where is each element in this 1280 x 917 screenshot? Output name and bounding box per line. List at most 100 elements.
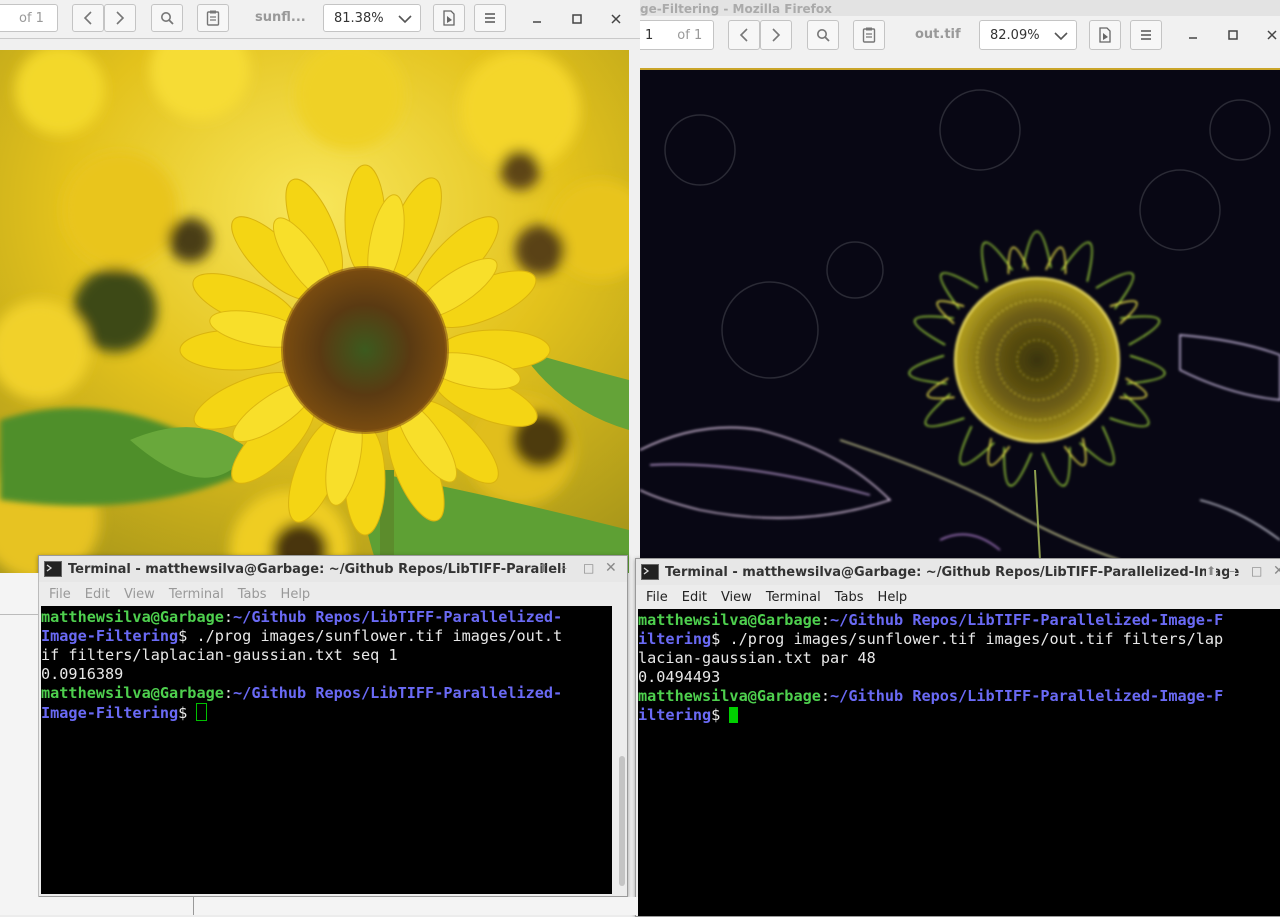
background-pane-bottom (38, 897, 638, 915)
background-pane (0, 573, 39, 915)
menu-tabs[interactable]: Tabs (238, 587, 267, 602)
right-terminal-window: Terminal - matthewsilva@Garbage: ~/Githu… (635, 558, 1280, 917)
command-text: if filters/laplacian-gaussian.txt seq 1 (41, 646, 398, 664)
close-button[interactable] (1262, 25, 1280, 45)
maximize-button[interactable]: □ (1251, 564, 1263, 578)
close-button[interactable]: ✕ (605, 560, 617, 576)
terminal-cursor (196, 703, 208, 721)
chevron-down-icon (398, 15, 412, 24)
terminal-line: matthewsilva@Garbage:~/Github Repos/LibT… (638, 611, 1280, 630)
terminal-output[interactable]: matthewsilva@Garbage:~/Github Repos/LibT… (41, 606, 612, 894)
prompt-path: iltering (638, 630, 712, 648)
chevron-down-icon (1054, 32, 1068, 41)
terminal-output[interactable]: matthewsilva@Garbage:~/Github Repos/LibT… (638, 609, 1280, 916)
menu-edit[interactable]: Edit (682, 590, 707, 605)
close-button[interactable]: ✕ (1273, 563, 1280, 579)
prompt-sep: : (223, 684, 234, 702)
minimize-icon (1189, 37, 1197, 39)
command-text: $ ./prog images/sunflower.tif images/out… (178, 627, 563, 645)
command-text: $ ./prog images/sunflower.tif images/out… (711, 630, 1224, 648)
menu-tabs[interactable]: Tabs (835, 590, 864, 605)
roll-up-button[interactable]: ⬆ (538, 561, 548, 575)
prompt-sep: : (820, 611, 831, 629)
menu-file[interactable]: File (646, 590, 668, 605)
minimize-button[interactable]: – (1229, 564, 1235, 578)
left-terminal-window: Terminal - matthewsilva@Garbage: ~/Githu… (38, 555, 628, 897)
page-number-field[interactable]: 1 of 1 (640, 20, 714, 50)
document-title: sunfl... (255, 10, 306, 25)
search-button[interactable] (151, 4, 183, 32)
prompt-symbol: $ (178, 704, 197, 722)
terminal-title: Terminal - matthewsilva@Garbage: ~/Githu… (68, 561, 566, 577)
filtered-sunflower-image (640, 70, 1280, 560)
terminal-title: Terminal - matthewsilva@Garbage: ~/Githu… (665, 564, 1240, 580)
minimize-button[interactable] (1183, 25, 1203, 45)
menu-view[interactable]: View (721, 590, 752, 605)
terminal-line: if filters/laplacian-gaussian.txt seq 1 (41, 646, 612, 665)
presentation-button[interactable] (433, 4, 465, 32)
presentation-icon (443, 10, 455, 26)
terminal-menubar: File Edit View Terminal Tabs Help (39, 583, 627, 605)
sidebar-toggle-icon (206, 10, 220, 26)
search-icon (161, 12, 174, 25)
terminal-line: lacian-gaussian.txt par 48 (638, 649, 1280, 668)
zoom-select[interactable]: 81.38% (323, 4, 421, 32)
roll-up-button[interactable]: ⬆ (1206, 564, 1217, 578)
sidebar-toggle-button[interactable] (853, 20, 885, 50)
presentation-button[interactable] (1089, 20, 1121, 50)
maximize-button[interactable] (1223, 25, 1243, 45)
menu-file[interactable]: File (49, 587, 71, 602)
sidebar-toggle-icon (862, 27, 876, 43)
document-title: out.tif (915, 27, 961, 42)
prompt-symbol: $ (711, 706, 730, 724)
menu-terminal[interactable]: Terminal (169, 587, 224, 602)
menu-terminal[interactable]: Terminal (766, 590, 821, 605)
close-button[interactable] (606, 9, 626, 29)
page-of-field[interactable]: of 1 (0, 4, 58, 32)
zoom-select[interactable]: 82.09% (979, 20, 1077, 50)
search-icon (817, 29, 830, 42)
prompt-sep: : (223, 608, 234, 626)
background-pane-divider (0, 614, 38, 615)
menu-help[interactable]: Help (878, 590, 908, 605)
chevron-left-icon (83, 11, 92, 25)
terminal-line: 0.0916389 (41, 665, 612, 684)
next-page-button[interactable] (760, 20, 792, 50)
sunflower-image (0, 50, 629, 573)
prompt-path: iltering (638, 706, 712, 724)
previous-page-button[interactable] (72, 4, 104, 32)
prompt-path: ~/Github Repos/LibTIFF-Parallelized- (233, 608, 563, 626)
maximize-icon (572, 14, 582, 24)
window-titlebar: ge-Filtering - Mozilla Firefox (640, 0, 1280, 16)
page-of-label: of 1 (19, 10, 44, 26)
menu-help[interactable]: Help (281, 587, 311, 602)
minimize-icon (533, 21, 541, 23)
prompt-path: ~/Github Repos/LibTIFF-Parallelized-Imag… (830, 611, 1224, 629)
left-viewer-toolbar: of 1 sunfl... 81.38% (0, 0, 640, 39)
terminal-titlebar: Terminal - matthewsilva@Garbage: ~/Githu… (636, 559, 1280, 585)
background-pane-divider (193, 897, 194, 915)
terminal-menubar: File Edit View Terminal Tabs Help (636, 586, 1280, 608)
menu-edit[interactable]: Edit (85, 587, 110, 602)
minimize-button[interactable]: – (561, 561, 567, 575)
sidebar-toggle-button[interactable] (197, 4, 229, 32)
menu-button[interactable] (474, 4, 506, 32)
menu-view[interactable]: View (124, 587, 155, 602)
terminal-line: Image-Filtering$ ./prog images/sunflower… (41, 627, 612, 646)
menu-button[interactable] (1130, 20, 1162, 50)
search-button[interactable] (807, 20, 839, 50)
maximize-button[interactable] (567, 9, 587, 29)
terminal-icon (641, 564, 659, 580)
chevron-right-icon (772, 28, 781, 42)
terminal-scrollbar[interactable] (619, 756, 625, 886)
previous-page-button[interactable] (728, 20, 760, 50)
zoom-value: 82.09% (990, 27, 1040, 43)
maximize-button[interactable]: □ (583, 561, 594, 575)
next-page-button[interactable] (104, 4, 136, 32)
terminal-line: matthewsilva@Garbage:~/Github Repos/LibT… (41, 684, 612, 703)
page-number: 1 (645, 27, 654, 43)
terminal-line: iltering$ (638, 706, 1280, 725)
terminal-line: Image-Filtering$ (41, 703, 612, 722)
presentation-icon (1099, 27, 1111, 43)
minimize-button[interactable] (527, 9, 547, 29)
